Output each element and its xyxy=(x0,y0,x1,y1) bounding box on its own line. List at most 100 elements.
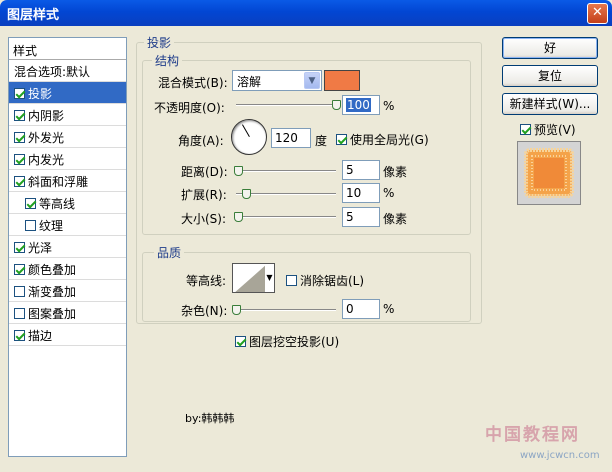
style-enable-checkbox[interactable] xyxy=(14,264,25,275)
distance-unit: 像素 xyxy=(383,165,408,179)
style-list-item[interactable]: 外发光 xyxy=(9,126,126,148)
chevron-down-icon[interactable]: ▼ xyxy=(266,273,272,282)
preview-checkbox[interactable]: 预览(V) xyxy=(520,121,576,138)
style-enable-checkbox[interactable] xyxy=(14,330,25,341)
preview-check[interactable] xyxy=(520,124,531,135)
opacity-label: 不透明度(O): xyxy=(154,101,225,115)
size-value: 5 xyxy=(346,210,354,224)
angle-dial[interactable] xyxy=(231,119,267,155)
style-enable-checkbox[interactable] xyxy=(25,220,36,231)
style-enable-checkbox[interactable] xyxy=(14,132,25,143)
noise-slider-thumb[interactable] xyxy=(232,305,241,315)
spread-unit: % xyxy=(383,186,395,200)
size-input[interactable]: 5 xyxy=(342,207,380,227)
quality-title: 品质 xyxy=(154,244,185,261)
style-list-item-label: 图案叠加 xyxy=(28,307,77,321)
style-list-item[interactable]: 颜色叠加 xyxy=(9,258,126,280)
style-enable-checkbox[interactable] xyxy=(14,154,25,165)
style-list-item-label: 投影 xyxy=(28,87,53,101)
styles-list-rows: 混合选项:默认投影内阴影外发光内发光斜面和浮雕等高线纹理光泽颜色叠加 渐变叠加图案… xyxy=(9,60,126,346)
distance-input[interactable]: 5 xyxy=(342,160,380,180)
style-list-item-label: 等高线 xyxy=(39,197,76,211)
angle-input[interactable]: 120 xyxy=(271,128,311,148)
distance-slider-track[interactable] xyxy=(236,170,336,172)
opacity-input[interactable]: 100 xyxy=(342,95,380,115)
watermark-url: www.jcwcn.com xyxy=(520,450,600,461)
size-slider-track[interactable] xyxy=(236,216,336,218)
style-enable-checkbox[interactable] xyxy=(14,110,25,121)
antialias-check[interactable] xyxy=(286,275,297,286)
style-list-item-label: 内阴影 xyxy=(28,109,65,123)
reset-button[interactable]: 复位 xyxy=(502,65,598,87)
contour-dropdown[interactable]: ▼ xyxy=(265,263,275,293)
style-list-item[interactable]: 斜面和浮雕 xyxy=(9,170,126,192)
distance-label: 距离(D): xyxy=(181,165,228,179)
spread-slider-track[interactable] xyxy=(236,193,336,195)
style-enable-checkbox[interactable] xyxy=(14,176,25,187)
distance-value: 5 xyxy=(346,163,354,177)
spread-label: 扩展(R): xyxy=(181,188,227,202)
style-list-item[interactable]: 纹理 xyxy=(9,214,126,236)
style-list-item-label: 混合选项:默认 xyxy=(14,65,91,79)
style-list-item[interactable]: 等高线 xyxy=(9,192,126,214)
styles-list-header: 样式 xyxy=(9,38,126,60)
knockout-checkbox[interactable]: 图层挖空投影(U) xyxy=(235,333,339,350)
style-list-item[interactable]: 内发光 xyxy=(9,148,126,170)
style-list-item-label: 外发光 xyxy=(28,131,65,145)
style-enable-checkbox[interactable] xyxy=(14,242,25,253)
opacity-slider-track[interactable] xyxy=(236,104,336,106)
noise-slider-track[interactable] xyxy=(236,309,336,311)
knockout-check[interactable] xyxy=(235,336,246,347)
style-list-item-label: 纹理 xyxy=(39,219,64,233)
style-list-item[interactable]: 描边 xyxy=(9,324,126,346)
contour-curve-icon xyxy=(235,265,265,292)
layer-style-dialog: 图层样式 ✕ 样式 混合选项:默认 投影 内阴影 外发光 内发光 斜面和浮雕 等高线 纹理 光泽… xyxy=(0,0,612,472)
style-list-item-label: 内发光 xyxy=(28,153,65,167)
blend-mode-select[interactable]: 溶解 ▼ xyxy=(232,70,322,91)
style-list-item[interactable]: 内阴影 xyxy=(9,104,126,126)
ok-button[interactable]: 好 xyxy=(502,37,598,59)
style-list-item[interactable]: 图案叠加 xyxy=(9,302,126,324)
style-enable-checkbox[interactable] xyxy=(14,308,25,319)
new-style-button[interactable]: 新建样式(W)... xyxy=(502,93,598,115)
blend-mode-label: 混合模式(B): xyxy=(158,76,228,90)
preview-swatch-image xyxy=(524,148,574,198)
noise-unit: % xyxy=(383,302,395,316)
global-light-check[interactable] xyxy=(336,134,347,145)
antialias-checkbox[interactable]: 消除锯齿(L) xyxy=(286,272,364,289)
noise-input[interactable]: 0 xyxy=(342,299,380,319)
close-button[interactable]: ✕ xyxy=(587,3,608,24)
global-light-checkbox[interactable]: 使用全局光(G) xyxy=(336,131,429,148)
noise-label: 杂色(N): xyxy=(181,304,228,318)
size-label: 大小(S): xyxy=(181,212,227,226)
distance-slider-thumb[interactable] xyxy=(234,166,243,176)
drop-shadow-title: 投影 xyxy=(144,34,175,51)
spread-input[interactable]: 10 xyxy=(342,183,380,203)
title-bar[interactable]: 图层样式 ✕ xyxy=(0,0,612,26)
structure-title: 结构 xyxy=(152,52,183,69)
contour-preview[interactable] xyxy=(232,263,266,293)
style-list-item-label: 光泽 xyxy=(28,241,53,255)
angle-value: 120 xyxy=(275,131,298,145)
style-list-item[interactable]: 投影 xyxy=(9,82,126,104)
opacity-value: 100 xyxy=(346,98,371,112)
watermark-logo-text: 中国教程网 xyxy=(485,425,580,445)
spread-value: 10 xyxy=(346,186,362,200)
shadow-color-swatch[interactable] xyxy=(324,70,360,91)
style-list-item[interactable]: 光泽 xyxy=(9,236,126,258)
angle-unit: 度 xyxy=(315,134,328,148)
size-unit: 像素 xyxy=(383,212,408,226)
spread-slider-thumb[interactable] xyxy=(242,189,251,199)
style-enable-checkbox[interactable] xyxy=(14,286,25,297)
window-title: 图层样式 xyxy=(7,8,60,23)
style-list-item[interactable]: 混合选项:默认 xyxy=(9,60,126,82)
angle-label: 角度(A): xyxy=(178,134,224,148)
opacity-unit: % xyxy=(383,99,395,113)
style-list-item[interactable]: 渐变叠加 xyxy=(9,280,126,302)
size-slider-thumb[interactable] xyxy=(234,212,243,222)
contour-label: 等高线: xyxy=(186,274,227,288)
opacity-slider-thumb[interactable] xyxy=(332,100,341,110)
style-enable-checkbox[interactable] xyxy=(14,88,25,99)
style-enable-checkbox[interactable] xyxy=(25,198,36,209)
chevron-down-icon[interactable]: ▼ xyxy=(304,72,320,89)
